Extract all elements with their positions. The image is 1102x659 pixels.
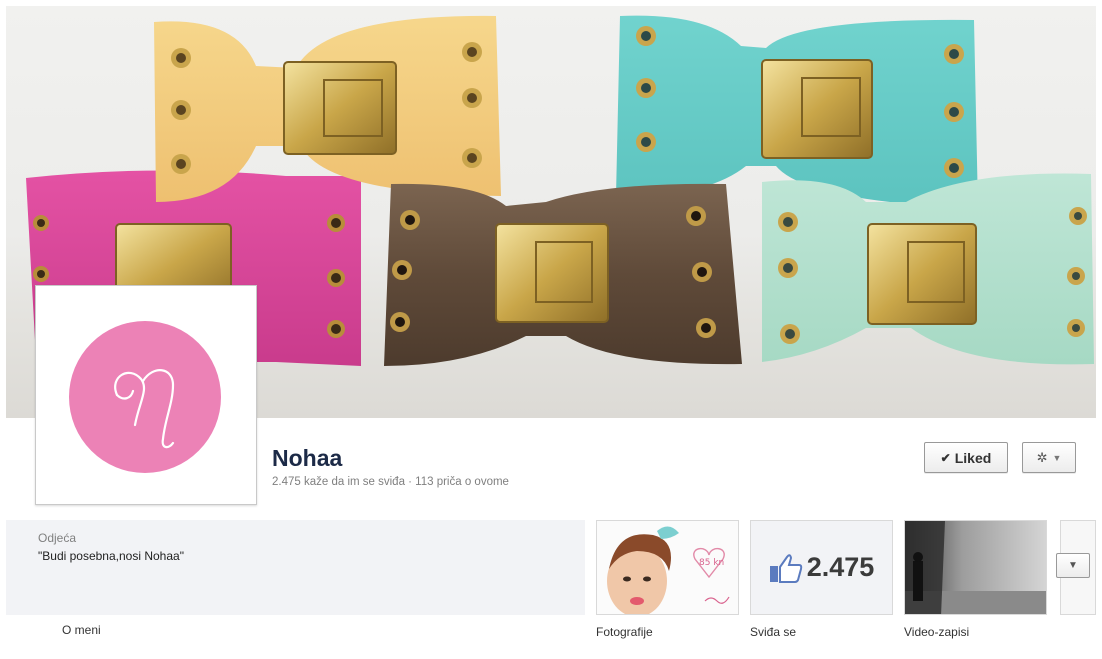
videos-label[interactable]: Video-zapisi <box>904 625 969 639</box>
liked-button-label: Liked <box>954 449 992 466</box>
videos-thumbnail <box>905 521 1046 614</box>
more-apps-button[interactable]: ▼ <box>1056 553 1090 578</box>
likes-tile[interactable]: 2.475 <box>750 520 893 615</box>
videos-tile[interactable] <box>904 520 1047 615</box>
page-stats: 2.475 kaže da im se sviđa · 113 priča o … <box>272 476 509 488</box>
checkmark-icon: ✔ <box>940 450 951 465</box>
photos-thumbnail: 85 kn <box>597 521 738 614</box>
liked-button[interactable]: ✔ Liked <box>924 442 1008 473</box>
settings-menu-button[interactable]: ✲ ▼ <box>1022 442 1076 473</box>
page-category: Odjeća <box>38 531 77 545</box>
chevron-down-icon: ▼ <box>1068 560 1078 571</box>
photos-tile[interactable]: 85 kn <box>596 520 739 615</box>
about-link[interactable]: O meni <box>62 623 101 637</box>
page-title[interactable]: Nohaa <box>272 445 342 472</box>
likes-label[interactable]: Sviđa se <box>750 625 796 639</box>
photos-label[interactable]: Fotografije <box>596 625 653 639</box>
likes-count: 2.475 <box>806 552 875 582</box>
thumbs-up-icon <box>769 553 802 583</box>
page-description: "Budi posebna,nosi Nohaa" <box>38 549 184 563</box>
chevron-down-icon: ▼ <box>1052 452 1062 463</box>
nohaa-logo <box>69 321 221 473</box>
profile-picture[interactable] <box>35 285 257 505</box>
photo-price-note: 85 kn <box>699 558 724 568</box>
logo-monogram-icon <box>114 369 175 449</box>
gear-icon: ✲ <box>1036 449 1048 465</box>
facebook-page: Nohaa 2.475 kaže da im se sviđa · 113 pr… <box>0 0 1102 659</box>
about-box[interactable] <box>6 520 585 615</box>
